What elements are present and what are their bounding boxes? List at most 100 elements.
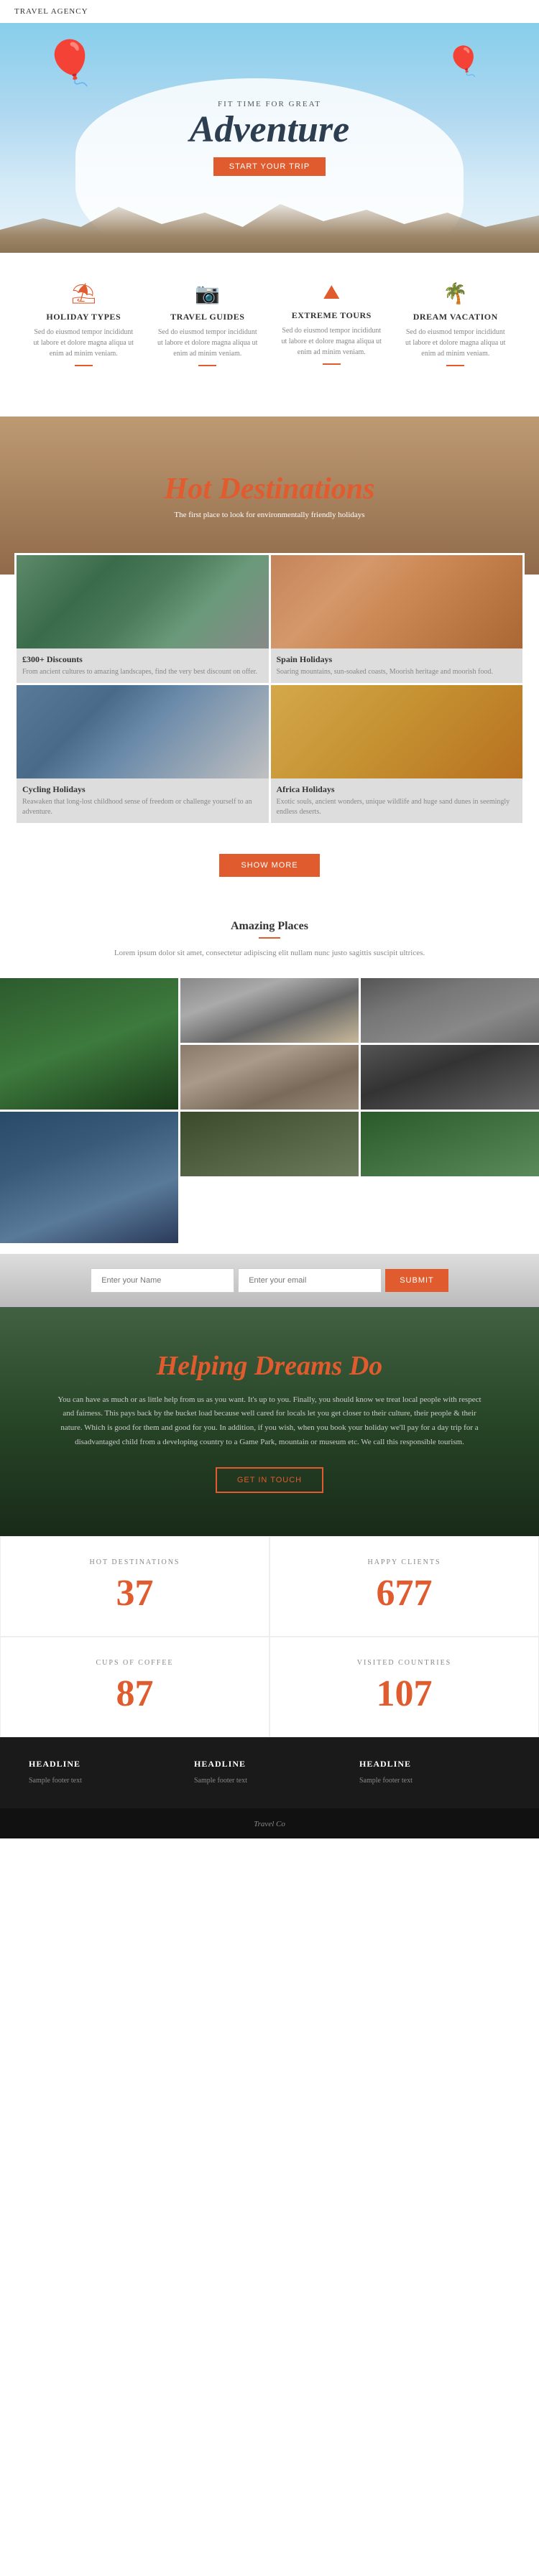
feature-extreme-tours: ⛰ Extreme Tours Sed do eiusmod tempor in…	[270, 282, 394, 366]
dest-card-image	[17, 555, 269, 648]
feature-text: Sed do eiusmod tempor incididunt ut labo…	[280, 325, 383, 358]
stat-label: VISITED COUNTRIES	[292, 1659, 517, 1667]
feature-divider	[446, 365, 464, 366]
footer: Headline Sample footer text Headline Sam…	[0, 1737, 539, 1808]
hot-destinations-section: Hot Destinations The first place to look…	[0, 388, 539, 877]
stat-number: 87	[22, 1673, 247, 1715]
feature-title: Travel Guides	[157, 312, 259, 322]
footer-col-2-text: Sample footer text	[194, 1775, 345, 1787]
helping-cta-button[interactable]: get in touch	[216, 1467, 323, 1493]
footer-bottom: Travel Co	[0, 1808, 539, 1838]
feature-dream-vacation: 🌴 Dream Vacation Sed do eiusmod tempor i…	[394, 282, 518, 366]
feature-text: Sed do eiusmod tempor incididunt ut labo…	[405, 327, 507, 359]
footer-col-1: Headline Sample footer text	[29, 1759, 180, 1787]
helping-dreams-section: Helping Dreams Do You can have as much o…	[0, 1307, 539, 1536]
hero-tagline: fit time for great	[119, 100, 420, 108]
dest-card-spain: Spain Holidays Soaring mountains, sun-so…	[271, 555, 523, 683]
mosaic-forest	[0, 978, 178, 1110]
feature-divider	[75, 365, 93, 366]
dest-card-desc: Soaring mountains, sun-soaked coasts, Mo…	[277, 667, 517, 677]
feature-title: Dream Vacation	[405, 312, 507, 322]
mosaic-curve-road	[180, 1112, 359, 1176]
footer-col-3-text: Sample footer text	[359, 1775, 510, 1787]
dest-card-info: £300+ Discounts From ancient cultures to…	[17, 648, 269, 683]
amazing-title: Amazing Places	[22, 920, 517, 933]
mosaic-mountain	[180, 978, 359, 1043]
footer-brand: Travel Co	[254, 1820, 285, 1828]
dest-card-title: £300+ Discounts	[22, 654, 263, 665]
destination-grid: £300+ Discounts From ancient cultures to…	[14, 553, 525, 825]
extreme-tours-icon: ⛰	[280, 282, 383, 304]
mosaic-waterfall	[0, 1112, 178, 1243]
feature-divider	[323, 363, 341, 365]
helping-title: Helping Dreams Do	[57, 1350, 482, 1382]
stat-number: 107	[292, 1673, 517, 1715]
hero-title: Adventure	[119, 111, 420, 149]
stat-number: 37	[22, 1572, 247, 1614]
stat-label: HOT DESTINATIONS	[22, 1558, 247, 1566]
helping-text: You can have as much or as little help f…	[57, 1393, 482, 1450]
holiday-types-icon: ⛱	[32, 282, 135, 306]
amazing-places-section: Amazing Places Lorem ipsum dolor sit ame…	[0, 906, 539, 967]
stat-visited-countries: VISITED COUNTRIES 107	[270, 1637, 539, 1737]
photo-mosaic	[0, 967, 539, 1254]
mosaic-highway	[361, 1045, 539, 1110]
hero-blob: fit time for great Adventure Start your …	[119, 100, 420, 176]
stat-cups-coffee: CUPS OF COFFEE 87	[0, 1637, 270, 1737]
amazing-divider	[259, 937, 280, 939]
feature-title: Holiday Types	[32, 312, 135, 322]
dest-card-desc: Reawaken that long-lost childhood sense …	[22, 797, 263, 817]
dest-card-discounts: £300+ Discounts From ancient cultures to…	[17, 555, 269, 683]
feature-travel-guides: 📷 Travel Guides Sed do eiusmod tempor in…	[146, 282, 270, 366]
dest-card-image	[17, 685, 269, 778]
footer-col-1-title: Headline	[29, 1759, 180, 1770]
stat-label: CUPS OF COFFEE	[22, 1659, 247, 1667]
form-submit-button[interactable]: Submit	[385, 1269, 448, 1292]
dest-card-desc: From ancient cultures to amazing landsca…	[22, 667, 263, 677]
hot-dest-subtitle: The first place to look for environmenta…	[165, 511, 375, 519]
hero-cta-button[interactable]: Start your trip	[213, 157, 326, 176]
hot-dest-background: Hot Destinations The first place to look…	[0, 417, 539, 575]
dest-card-image	[271, 555, 523, 648]
footer-col-3-title: Headline	[359, 1759, 510, 1770]
footer-col-1-text: Sample footer text	[29, 1775, 180, 1787]
dest-card-image	[271, 685, 523, 778]
show-more-button[interactable]: Show more	[219, 854, 319, 877]
mosaic-winding	[361, 1112, 539, 1176]
travel-guides-icon: 📷	[157, 282, 259, 306]
footer-col-3: Headline Sample footer text	[359, 1759, 510, 1787]
amazing-text: Lorem ipsum dolor sit amet, consectetur …	[22, 947, 517, 960]
footer-col-2: Headline Sample footer text	[194, 1759, 345, 1787]
dream-vacation-icon: 🌴	[405, 282, 507, 306]
mosaic-castle	[180, 1045, 359, 1110]
dest-card-info: Cycling Holidays Reawaken that long-lost…	[17, 778, 269, 823]
dest-card-title: Africa Holidays	[277, 784, 517, 795]
feature-title: Extreme Tours	[280, 310, 383, 321]
dest-card-africa: Africa Holidays Exotic souls, ancient wo…	[271, 685, 523, 823]
feature-text: Sed do eiusmod tempor incididunt ut labo…	[157, 327, 259, 359]
stat-label: HAPPY CLIENTS	[292, 1558, 517, 1566]
dest-card-title: Cycling Holidays	[22, 784, 263, 795]
name-input[interactable]	[91, 1268, 234, 1293]
feature-text: Sed do eiusmod tempor incididunt ut labo…	[32, 327, 135, 359]
hero-content: fit time for great Adventure Start your …	[119, 100, 420, 176]
stat-hot-destinations: HOT DESTINATIONS 37	[0, 1536, 270, 1637]
footer-col-2-title: Headline	[194, 1759, 345, 1770]
features-section: ⛱ Holiday Types Sed do eiusmod tempor in…	[0, 253, 539, 388]
dest-card-info: Africa Holidays Exotic souls, ancient wo…	[271, 778, 523, 823]
mosaic-road	[361, 978, 539, 1043]
dest-card-title: Spain Holidays	[277, 654, 517, 665]
dest-card-cycling: Cycling Holidays Reawaken that long-lost…	[17, 685, 269, 823]
stat-happy-clients: HAPPY CLIENTS 677	[270, 1536, 539, 1637]
dest-card-info: Spain Holidays Soaring mountains, sun-so…	[271, 648, 523, 683]
hero-section: 🎈 🎈 fit time for great Adventure Start y…	[0, 23, 539, 253]
stats-section: HOT DESTINATIONS 37 HAPPY CLIENTS 677 CU…	[0, 1536, 539, 1737]
hot-dest-title: Hot Destinations	[165, 472, 375, 506]
feature-holiday-types: ⛱ Holiday Types Sed do eiusmod tempor in…	[22, 282, 146, 366]
email-input[interactable]	[238, 1268, 382, 1293]
feature-divider	[198, 365, 216, 366]
balloon-left-icon: 🎈	[43, 37, 97, 88]
hot-dest-text: Hot Destinations The first place to look…	[165, 472, 375, 519]
stat-number: 677	[292, 1572, 517, 1614]
brand-logo: TRAVEL AGENCY	[14, 7, 88, 16]
